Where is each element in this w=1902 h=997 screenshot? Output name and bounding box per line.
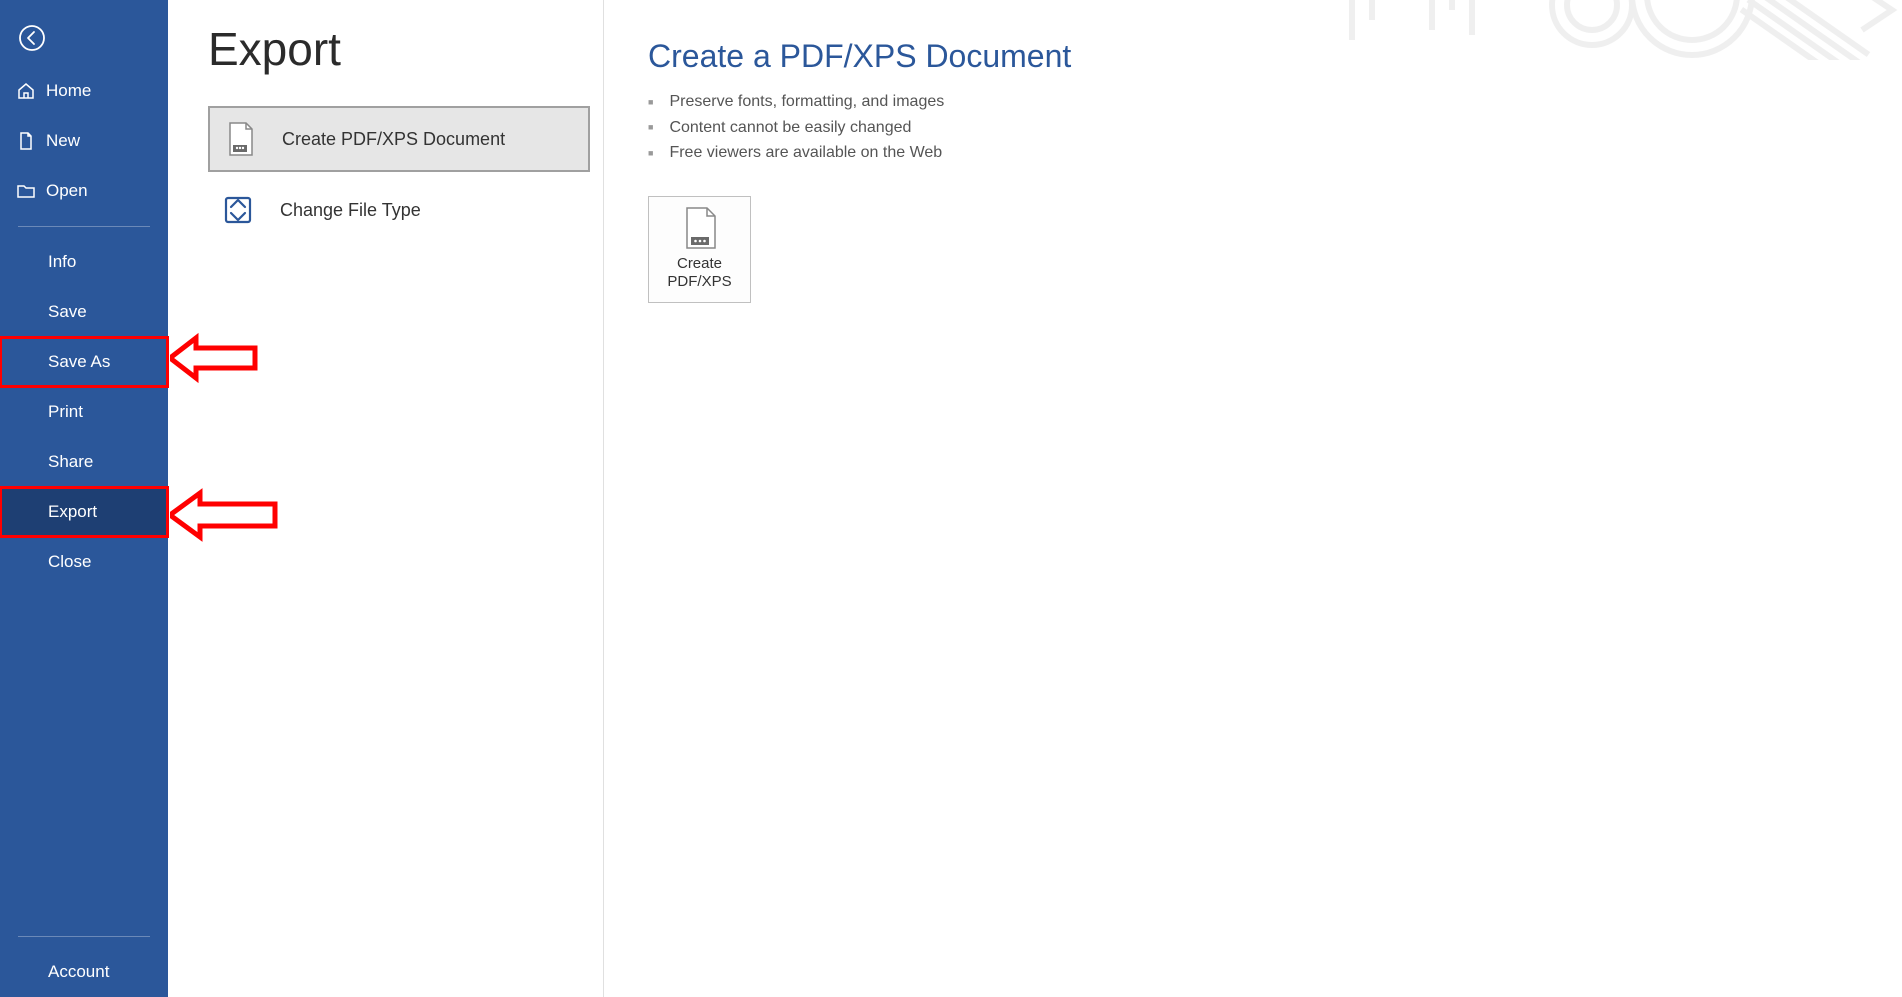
open-folder-icon xyxy=(16,181,36,201)
export-option-create-pdf-xps[interactable]: Create PDF/XPS Document xyxy=(208,106,590,172)
sidebar-item-open[interactable]: Open xyxy=(0,166,168,216)
sidebar-item-label: Close xyxy=(48,552,91,572)
sidebar-item-label: Share xyxy=(48,452,93,472)
bullet-item: Content cannot be easily changed xyxy=(648,115,1902,141)
sidebar-item-save-as[interactable]: Save As xyxy=(0,337,168,387)
new-icon xyxy=(16,131,36,151)
page-title: Export xyxy=(208,22,603,76)
sidebar-item-close[interactable]: Close xyxy=(0,537,168,587)
sidebar-item-info[interactable]: Info xyxy=(0,237,168,287)
content-panel: Create a PDF/XPS Document Preserve fonts… xyxy=(604,0,1902,997)
sidebar-item-label: Home xyxy=(46,81,91,101)
sidebar-item-save[interactable]: Save xyxy=(0,287,168,337)
content-heading: Create a PDF/XPS Document xyxy=(648,38,1902,75)
nav-spacer xyxy=(0,587,168,926)
sidebar-item-print[interactable]: Print xyxy=(0,387,168,437)
export-option-change-file-type[interactable]: Change File Type xyxy=(208,177,590,243)
export-option-label: Change File Type xyxy=(280,200,421,221)
export-option-label: Create PDF/XPS Document xyxy=(282,129,505,150)
sidebar-item-share[interactable]: Share xyxy=(0,437,168,487)
sidebar-item-label: Save xyxy=(48,302,87,322)
nav-divider xyxy=(18,936,150,937)
bullet-item: Free viewers are available on the Web xyxy=(648,140,1902,166)
change-file-type-icon xyxy=(218,190,258,230)
sidebar-item-label: Info xyxy=(48,252,76,272)
sidebar-item-label: New xyxy=(46,131,80,151)
home-icon xyxy=(16,81,36,101)
nav-divider xyxy=(18,226,150,227)
sidebar-item-label: Open xyxy=(46,181,88,201)
sidebar-item-label: Account xyxy=(48,962,109,982)
back-arrow-icon xyxy=(18,24,46,52)
sidebar-item-new[interactable]: New xyxy=(0,116,168,166)
create-pdf-xps-button[interactable]: CreatePDF/XPS xyxy=(648,196,751,303)
sidebar-item-export[interactable]: Export xyxy=(0,487,168,537)
pdf-document-icon xyxy=(220,119,260,159)
create-button-label: CreatePDF/XPS xyxy=(667,255,731,291)
create-pdf-xps-icon xyxy=(683,207,717,249)
back-button[interactable] xyxy=(12,18,52,58)
export-options-panel: Export Create PDF/XPS Document Change Fi… xyxy=(168,0,604,997)
sidebar-item-account[interactable]: Account xyxy=(0,947,168,997)
sidebar-item-label: Save As xyxy=(48,352,110,372)
sidebar-item-label: Print xyxy=(48,402,83,422)
sidebar: Home New Open Info Save Save As Print Sh… xyxy=(0,0,168,997)
bullet-item: Preserve fonts, formatting, and images xyxy=(648,89,1902,115)
sidebar-item-home[interactable]: Home xyxy=(0,66,168,116)
feature-bullet-list: Preserve fonts, formatting, and images C… xyxy=(648,89,1902,166)
sidebar-item-label: Export xyxy=(48,502,97,522)
